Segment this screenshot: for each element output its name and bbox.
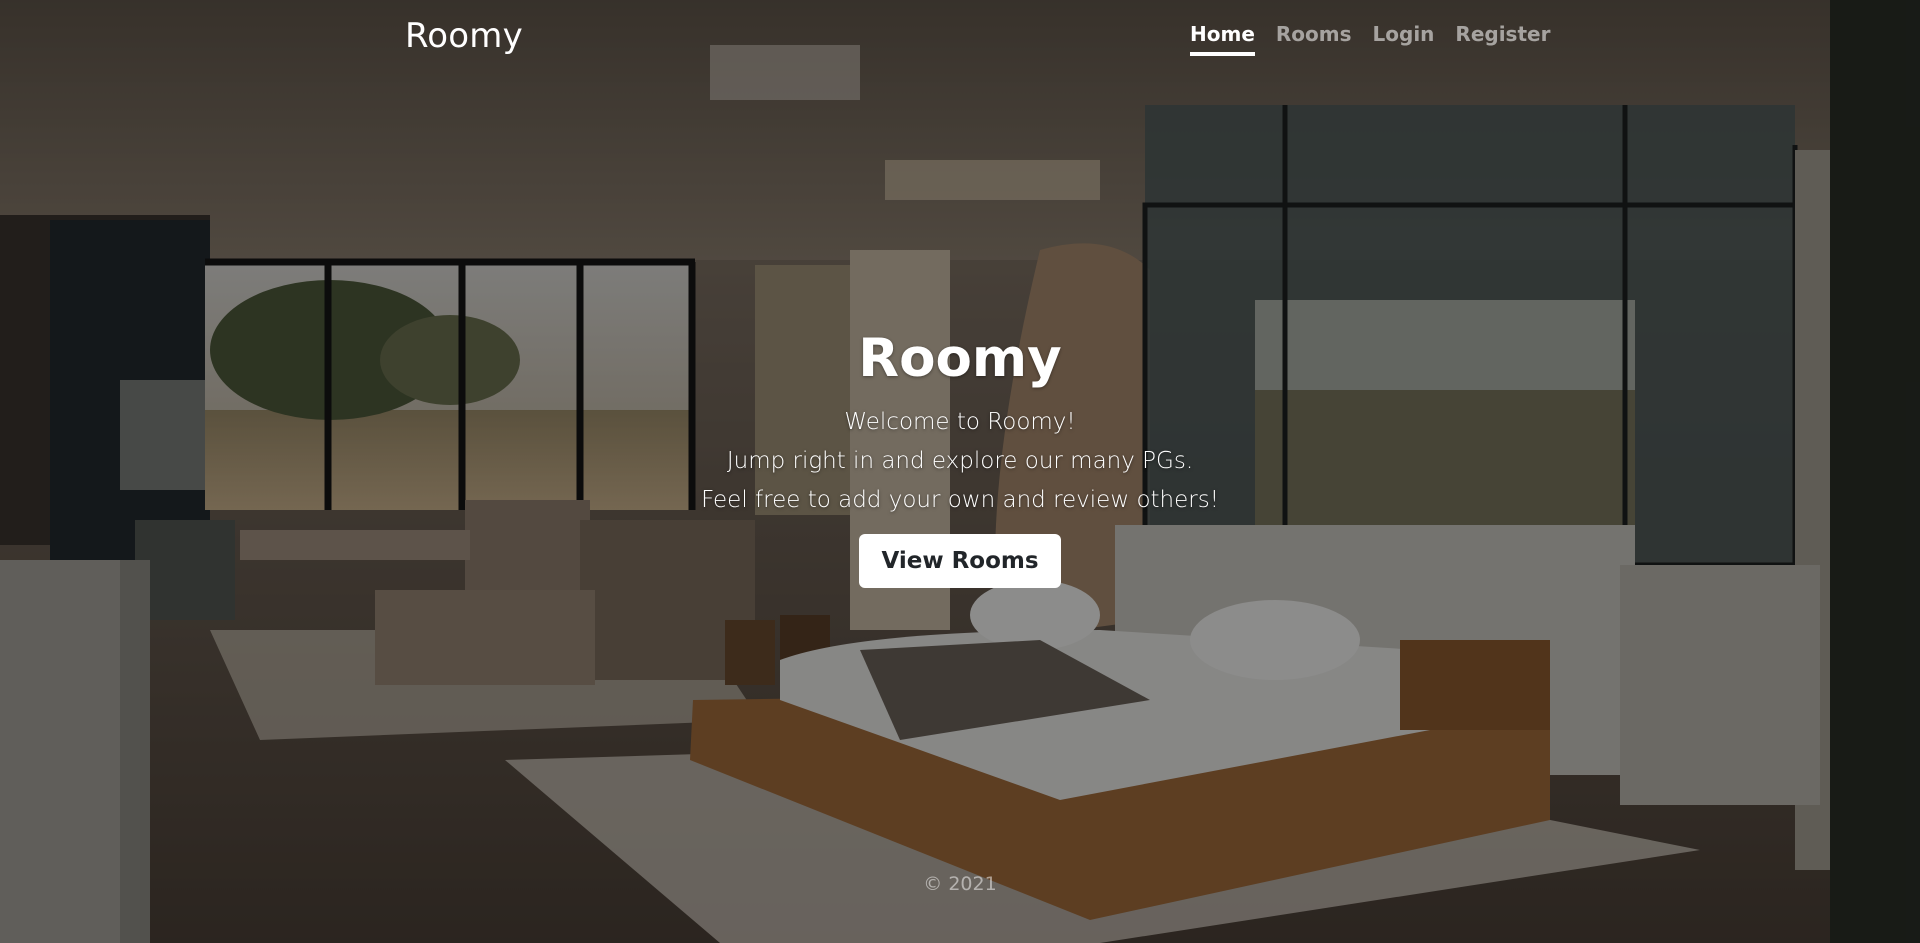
- footer: © 2021: [0, 873, 1920, 895]
- copyright-text: © 2021: [923, 873, 997, 895]
- brand-logo[interactable]: Roomy: [405, 16, 523, 56]
- view-rooms-button[interactable]: View Rooms: [859, 534, 1061, 588]
- nav-link-rooms[interactable]: Rooms: [1276, 22, 1352, 56]
- nav-link-home[interactable]: Home: [1190, 22, 1255, 56]
- nav-link-register[interactable]: Register: [1455, 22, 1550, 56]
- hero-section: Roomy Welcome to Roomy! Jump right in an…: [0, 328, 1920, 588]
- hero-review-text: Feel free to add your own and review oth…: [701, 487, 1219, 513]
- navbar: Roomy Home Rooms Login Register: [0, 0, 1920, 72]
- hero-title: Roomy: [858, 328, 1062, 389]
- nav-link-login[interactable]: Login: [1373, 22, 1435, 56]
- hero-explore-text: Jump right in and explore our many PGs.: [726, 448, 1194, 474]
- nav-links: Home Rooms Login Register: [1190, 22, 1550, 56]
- hero-welcome-text: Welcome to Roomy!: [844, 409, 1076, 435]
